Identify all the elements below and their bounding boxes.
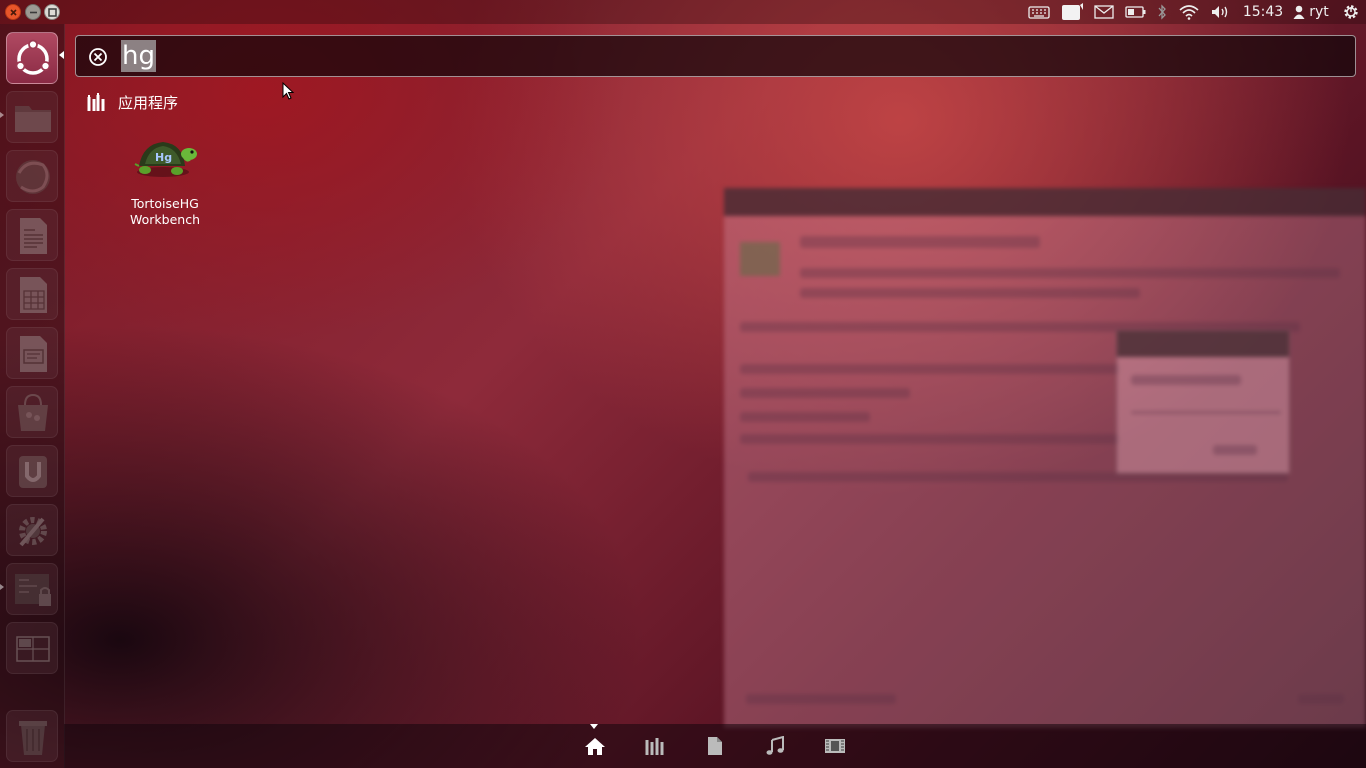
launcher-item-additional-drivers[interactable] [6,563,58,615]
minimize-icon [30,11,37,14]
launcher-item-files[interactable] [6,91,58,143]
trash-icon [19,721,47,755]
applications-icon [87,93,105,111]
result-label: TortoiseHG Workbench [118,196,212,228]
lens-applications[interactable] [635,724,675,768]
mail-indicator[interactable] [1092,0,1116,24]
top-panel: 15:43 ryt [0,0,1366,24]
messaging-icon [1062,3,1083,20]
lens-video[interactable] [815,724,855,768]
keyboard-indicator[interactable] [1026,0,1052,24]
ubuntu-one-icon [19,456,47,488]
running-indicator [0,112,4,118]
video-icon [825,739,845,753]
mouse-cursor-icon [282,82,295,100]
launcher-item-workspace-switcher[interactable] [6,622,58,674]
lens-bar [64,724,1366,768]
document-icon [20,218,47,254]
lens-music[interactable] [755,724,795,768]
network-indicator[interactable] [1176,0,1202,24]
mail-icon [1094,5,1114,19]
ubuntu-logo-icon [15,39,51,75]
gear-power-icon [1344,5,1358,19]
clock[interactable]: 15:43 [1240,0,1286,24]
launcher-item-trash[interactable] [6,710,58,762]
category-header[interactable]: 应用程序 [86,89,178,115]
result-label-line2: Workbench [130,212,200,227]
running-indicator [0,584,4,590]
battery-icon [1125,6,1146,18]
launcher-item-writer[interactable] [6,209,58,261]
applications-icon [645,738,664,755]
workspace-icon [16,636,50,662]
background-window-titlebar [724,188,1366,216]
circuit-lock-icon [15,574,51,606]
bluetooth-icon [1158,4,1166,20]
dash-search-bar: hg [75,35,1356,77]
bluetooth-indicator[interactable] [1154,0,1170,24]
sound-indicator[interactable] [1208,0,1234,24]
launcher-item-system-settings[interactable] [6,504,58,556]
presentation-icon [20,336,47,372]
tortoise-icon: Hg [134,142,197,177]
launcher-item-software-center[interactable] [6,386,58,438]
gear-wrench-icon [19,517,47,547]
close-icon [10,9,17,16]
launcher-item-ubuntu-one[interactable] [6,445,58,497]
clear-search-icon[interactable] [88,47,108,67]
battery-indicator[interactable] [1124,0,1148,24]
messaging-indicator[interactable] [1058,0,1086,24]
launcher [0,24,65,768]
music-icon [766,736,784,755]
search-input[interactable]: hg [121,40,156,72]
category-label: 应用程序 [118,93,179,112]
lens-files[interactable] [695,724,735,768]
user-icon [1293,5,1305,19]
svg-text:Hg: Hg [155,151,172,164]
files-icon [708,737,722,755]
window-maximize-button[interactable] [44,4,60,20]
launcher-item-calc[interactable] [6,268,58,320]
window-minimize-button[interactable] [25,4,41,20]
wifi-icon [1179,5,1199,20]
user-name: ryt [1309,4,1329,20]
launcher-item-firefox[interactable] [6,150,58,202]
result-tile[interactable]: Hg TortoiseHG Workbench [118,134,212,234]
background-dialog [1116,330,1290,474]
maximize-icon [48,8,57,17]
launcher-item-impress[interactable] [6,327,58,379]
dash-home-button[interactable] [6,32,58,84]
lens-home[interactable] [575,724,615,768]
firefox-icon [16,160,50,194]
shopping-bag-icon [18,393,48,431]
keyboard-icon [1028,6,1050,19]
folder-icon [15,106,51,132]
spreadsheet-icon [20,277,47,313]
active-arrow [59,51,64,59]
background-window [724,188,1366,728]
window-close-button[interactable] [5,4,21,20]
result-label-line1: TortoiseHG [131,196,199,211]
home-icon [585,738,605,755]
volume-icon [1212,6,1228,18]
session-menu[interactable] [1340,0,1362,24]
user-menu[interactable]: ryt [1290,0,1332,24]
